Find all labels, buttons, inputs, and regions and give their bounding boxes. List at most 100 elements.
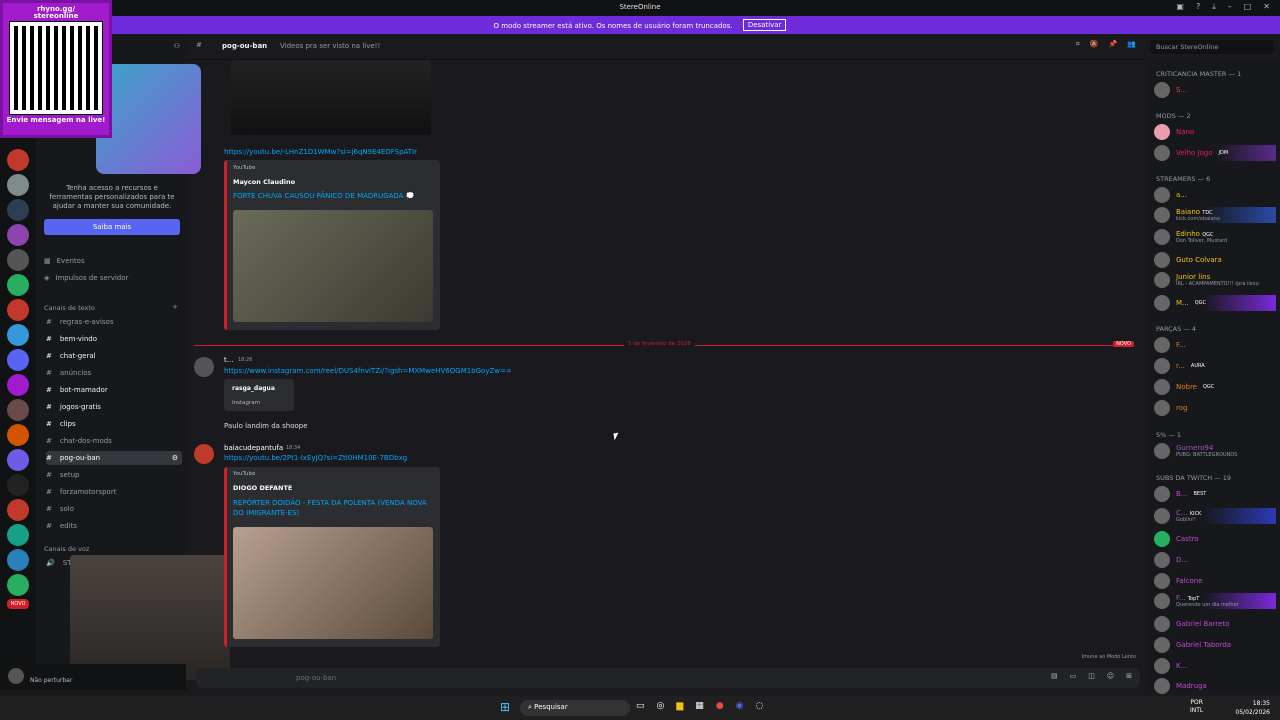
server-icon[interactable]: NOVO (7, 599, 29, 609)
member-item[interactable]: Junior lins IRL - ACAMPAMENTO!!! (pra ile… (1154, 272, 1259, 288)
avatar[interactable] (8, 668, 24, 684)
obs-icon[interactable]: ◌ (756, 701, 764, 711)
video-thumbnail[interactable] (231, 60, 431, 135)
channel-item[interactable]: # chat-geral (46, 349, 182, 363)
member-item[interactable]: F... TopT Querendo um dia melhor (1154, 593, 1276, 609)
member-item[interactable]: Nano (1154, 124, 1194, 140)
embed-author[interactable]: rasga_dagua (232, 385, 275, 392)
member-item[interactable]: rog (1154, 400, 1187, 416)
channel-item[interactable]: # bot-mamador (46, 383, 182, 397)
member-item[interactable]: Gabriel Barreto (1154, 616, 1229, 632)
server-boosts-link[interactable]: ◈ Impulsos de servidor (44, 274, 128, 282)
sticker-icon[interactable]: ◫ (1088, 672, 1095, 680)
copilot-icon[interactable]: ◎ (657, 701, 665, 711)
member-item[interactable]: Castro (1154, 531, 1199, 547)
channel-item[interactable]: # edits (46, 519, 182, 533)
member-item[interactable]: a... (1154, 187, 1187, 203)
message-author[interactable]: baiacudepantufa (224, 444, 283, 452)
member-item[interactable]: C... KICK Goblin!! (1154, 508, 1276, 524)
start-icon[interactable]: ⊞ (500, 700, 510, 714)
embed-author[interactable]: Maycon Claudino (233, 178, 295, 186)
gif-icon[interactable]: ▭ (1070, 672, 1077, 680)
threads-icon[interactable]: ⌗ (1076, 40, 1080, 49)
voice-channels-category[interactable]: Canais de voz (44, 545, 89, 553)
member-item[interactable]: Baiano TDC kick.com/obaiano (1154, 207, 1276, 223)
member-item[interactable]: Madruga (1154, 678, 1207, 694)
channel-item[interactable]: # regras-e-avisos (46, 315, 182, 329)
learn-more-button[interactable]: Saiba mais (44, 219, 180, 235)
message-composer[interactable]: pog-ou-ban ▤ ▭ ◫ ☺ ⊞ (196, 668, 1140, 688)
channel-item[interactable]: # jogos-gratis (46, 400, 182, 414)
message-link[interactable]: https://youtu.be/-LHnZ1D1WMw?si=j6qN9E4E… (224, 148, 417, 156)
member-item[interactable]: Falcone (1154, 573, 1203, 589)
language-indicator[interactable]: POR (1190, 699, 1203, 707)
channel-topic[interactable]: Videos pra ser visto na live!! (280, 42, 380, 50)
invite-icon[interactable]: ⚇ (174, 42, 180, 50)
member-item[interactable]: S... (1154, 82, 1187, 98)
member-item[interactable]: B... BEST (1154, 486, 1206, 502)
server-icon[interactable] (7, 374, 29, 396)
member-item[interactable]: M... QGC (1154, 295, 1276, 311)
member-item[interactable]: F... (1154, 337, 1186, 353)
minimize-icon[interactable]: – (1228, 2, 1232, 12)
avatar[interactable] (194, 357, 214, 377)
message-link[interactable]: https://www.instagram.com/reel/DUS4fnviT… (224, 367, 512, 375)
channel-item[interactable]: # clips (46, 417, 182, 431)
inbox-icon[interactable]: ▣ (1176, 2, 1184, 12)
discord-icon[interactable]: ◉ (736, 701, 744, 711)
server-icon[interactable] (7, 324, 29, 346)
server-icon[interactable] (7, 299, 29, 321)
maximize-icon[interactable]: □ (1244, 2, 1252, 12)
server-icon[interactable] (7, 274, 29, 296)
channel-item[interactable]: # forzamotorsport (46, 485, 182, 499)
server-icon[interactable] (7, 424, 29, 446)
text-channels-category[interactable]: Canais de texto (44, 304, 95, 312)
avatar[interactable] (194, 444, 214, 464)
system-clock[interactable]: 18:35 05/02/2026 (1235, 699, 1270, 717)
gift-icon[interactable]: ▤ (1051, 672, 1058, 680)
download-icon[interactable]: ⤓ (1212, 2, 1216, 12)
video-thumbnail[interactable] (233, 527, 433, 639)
events-link[interactable]: ▦ Eventos (44, 257, 85, 265)
help-icon[interactable]: ? (1196, 2, 1200, 12)
message-author[interactable]: t... (224, 356, 233, 364)
channel-item[interactable]: # chat-dos-mods (46, 434, 182, 448)
server-icon[interactable] (7, 149, 29, 171)
emoji-icon[interactable]: ☺ (1107, 672, 1114, 680)
notifications-icon[interactable]: 🔕 (1090, 40, 1099, 49)
video-thumbnail[interactable] (233, 210, 433, 322)
member-item[interactable]: D... (1154, 552, 1188, 568)
server-icon[interactable] (7, 174, 29, 196)
member-item[interactable]: Gurnero94 PUBG: BATTLEGROUNDS (1154, 443, 1237, 459)
server-icon[interactable] (7, 474, 29, 496)
server-icon[interactable] (7, 549, 29, 571)
settings-icon[interactable]: ⚙ (172, 454, 182, 462)
apps-icon[interactable]: ⊞ (1126, 672, 1132, 680)
embed-title[interactable]: REPÓRTER DOIDÃO - FESTA DA POLENTA (VEND… (233, 498, 433, 518)
member-item[interactable]: Nobre QGC (1154, 379, 1214, 395)
message-link[interactable]: https://youtu.be/2Pt1-lxEyJQ?si=ZtI0HM10… (224, 454, 407, 462)
chrome-icon[interactable]: ● (716, 701, 724, 711)
member-item[interactable]: r... AURA (1154, 358, 1205, 374)
channel-item[interactable]: # anúncios (46, 366, 182, 380)
server-icon[interactable] (7, 199, 29, 221)
members-icon[interactable]: 👥 (1127, 40, 1136, 49)
member-item[interactable]: Velho Jogo JDM (1154, 145, 1276, 161)
store-icon[interactable]: ▦ (695, 701, 704, 711)
member-item[interactable]: Edinho QGC Don Toliver, Mustard (1154, 229, 1227, 245)
add-channel-icon[interactable]: + (172, 303, 178, 311)
server-icon[interactable] (7, 499, 29, 521)
server-icon[interactable] (7, 524, 29, 546)
server-icon[interactable] (7, 249, 29, 271)
server-icon[interactable] (7, 349, 29, 371)
pin-icon[interactable]: 📌 (1109, 40, 1118, 49)
channel-item[interactable]: # bem-vindo (46, 332, 182, 346)
task-view-icon[interactable]: ▭ (636, 701, 645, 711)
server-icon[interactable] (7, 224, 29, 246)
channel-item[interactable]: # solo (46, 502, 182, 516)
folder-icon[interactable]: ▆ (676, 701, 683, 711)
channel-item[interactable]: # setup (46, 468, 182, 482)
server-icon[interactable] (7, 449, 29, 471)
keyboard-layout[interactable]: INTL (1190, 707, 1203, 715)
embed-author[interactable]: DIOGO DEFANTE (233, 484, 292, 492)
